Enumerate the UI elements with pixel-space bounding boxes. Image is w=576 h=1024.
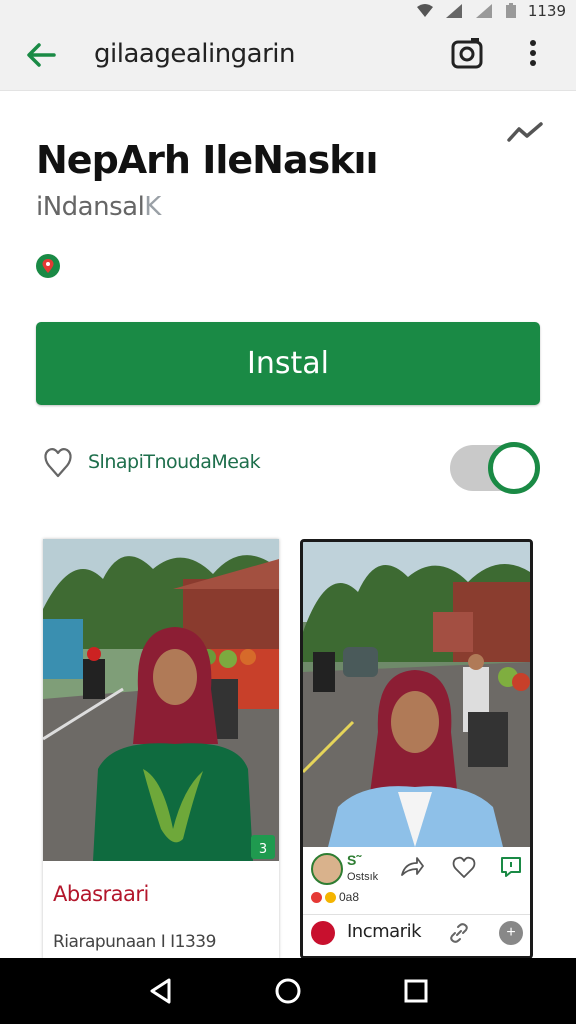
avatar[interactable] bbox=[311, 853, 343, 885]
photo-badge: 3 bbox=[259, 842, 267, 857]
toggle-knob bbox=[488, 442, 540, 494]
nav-recents-icon[interactable] bbox=[400, 975, 432, 1007]
screenshot-photo-1: 3 bbox=[43, 539, 279, 861]
more-vert-icon[interactable] bbox=[520, 36, 546, 72]
battery-icon bbox=[505, 3, 516, 18]
install-button[interactable]: Instal bbox=[36, 322, 540, 405]
card-2-profile-row: S˜ Ostsık 0a8 bbox=[303, 847, 530, 907]
developer-mark: K bbox=[144, 192, 161, 222]
wishlist-toggle[interactable] bbox=[450, 442, 540, 494]
card-2-action-label: Incmarik bbox=[347, 921, 422, 942]
status-icons: 1139 bbox=[416, 2, 566, 20]
wishlist-row: SlnapiTnoudaMeak bbox=[40, 440, 540, 496]
screenshot-card-2[interactable]: S˜ Ostsık 0a8 Incmarik + bbox=[300, 539, 533, 959]
signal-icon-secondary bbox=[475, 4, 492, 18]
back-arrow-icon[interactable] bbox=[24, 38, 58, 72]
bookmark-icon[interactable] bbox=[311, 921, 335, 945]
app-bar: gilaagealingarin bbox=[0, 22, 576, 91]
status-bar: 1139 bbox=[0, 0, 576, 22]
camera-icon[interactable] bbox=[449, 35, 485, 71]
card-1-title: Abasraari bbox=[53, 882, 149, 906]
reaction-laugh-icon bbox=[325, 891, 336, 903]
screenshot-photo-2 bbox=[303, 542, 530, 847]
card-2-profile-name: S˜ bbox=[347, 852, 361, 868]
heart-icon[interactable] bbox=[451, 855, 477, 879]
signal-icon bbox=[445, 4, 462, 18]
reaction-count: 0a8 bbox=[339, 890, 360, 904]
reaction-heart-icon bbox=[311, 891, 322, 903]
trending-icon[interactable] bbox=[506, 120, 544, 146]
nav-home-icon[interactable] bbox=[272, 975, 304, 1007]
add-button[interactable]: + bbox=[499, 921, 523, 945]
app-developer: iNdansalK bbox=[36, 192, 161, 222]
system-nav-bar bbox=[0, 958, 576, 1024]
status-time: 1139 bbox=[527, 2, 566, 20]
card-1-subtitle: Riarapunaan I I1339 bbox=[53, 932, 216, 952]
share-icon[interactable] bbox=[399, 855, 425, 879]
reaction-summary: 0a8 bbox=[311, 890, 359, 904]
screenshot-card-1[interactable]: 3 Abasraari Riarapunaan I I1339 bbox=[43, 539, 279, 959]
comment-icon[interactable] bbox=[499, 855, 523, 879]
link-icon[interactable] bbox=[447, 921, 471, 945]
heart-outline-icon[interactable] bbox=[40, 444, 76, 480]
card-2-action-row: Incmarik + bbox=[303, 914, 530, 956]
developer-name: iNdansal bbox=[36, 192, 145, 222]
wifi-icon bbox=[416, 4, 433, 17]
nav-back-icon[interactable] bbox=[145, 975, 177, 1007]
location-pin-icon bbox=[36, 254, 60, 278]
app-bar-title: gilaagealingarin bbox=[94, 39, 296, 69]
card-2-profile-handle: Ostsık bbox=[347, 871, 379, 883]
app-name: NepArh IleNaskıı bbox=[36, 138, 379, 182]
wishlist-label: SlnapiTnoudaMeak bbox=[88, 451, 261, 473]
